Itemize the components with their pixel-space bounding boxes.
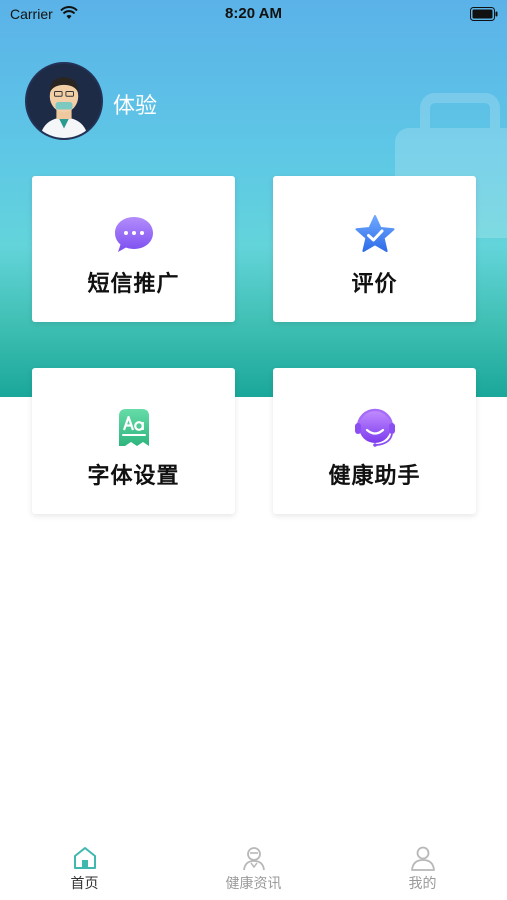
battery-icon [470,7,498,21]
health-assistant-card[interactable]: 健康助手 [273,368,476,514]
tab-mine[interactable]: 我的 [338,835,507,900]
tab-home[interactable]: 首页 [0,835,169,900]
card-label: 字体设置 [87,464,180,489]
card-label: 短信推广 [87,272,180,297]
doctor-icon [242,847,265,871]
doctor-avatar-icon [27,64,101,138]
tab-label: 我的 [408,876,437,892]
sms-promotion-card[interactable]: 短信推广 [32,176,235,322]
chat-bubble-icon [114,217,153,252]
avatar[interactable] [25,62,103,140]
font-settings-card[interactable]: 字体设置 [32,368,235,514]
tab-label: 健康资讯 [225,876,282,892]
user-name[interactable]: 体验 [113,88,157,120]
font-aa-icon [118,409,149,446]
person-icon [410,846,435,871]
home-icon [73,847,96,869]
card-label: 健康助手 [328,464,421,489]
tab-health-news[interactable]: 健康资讯 [169,835,338,900]
card-label: 评价 [351,272,398,297]
tab-label: 首页 [70,876,99,892]
status-bar: Carrier 8:20 AM [0,0,507,28]
clock: 8:20 AM [225,5,282,22]
star-badge-icon [355,215,394,252]
rating-card[interactable]: 评价 [273,176,476,322]
headset-icon [354,408,395,447]
tab-bar: 首页 健康资讯 我的 [0,835,507,900]
